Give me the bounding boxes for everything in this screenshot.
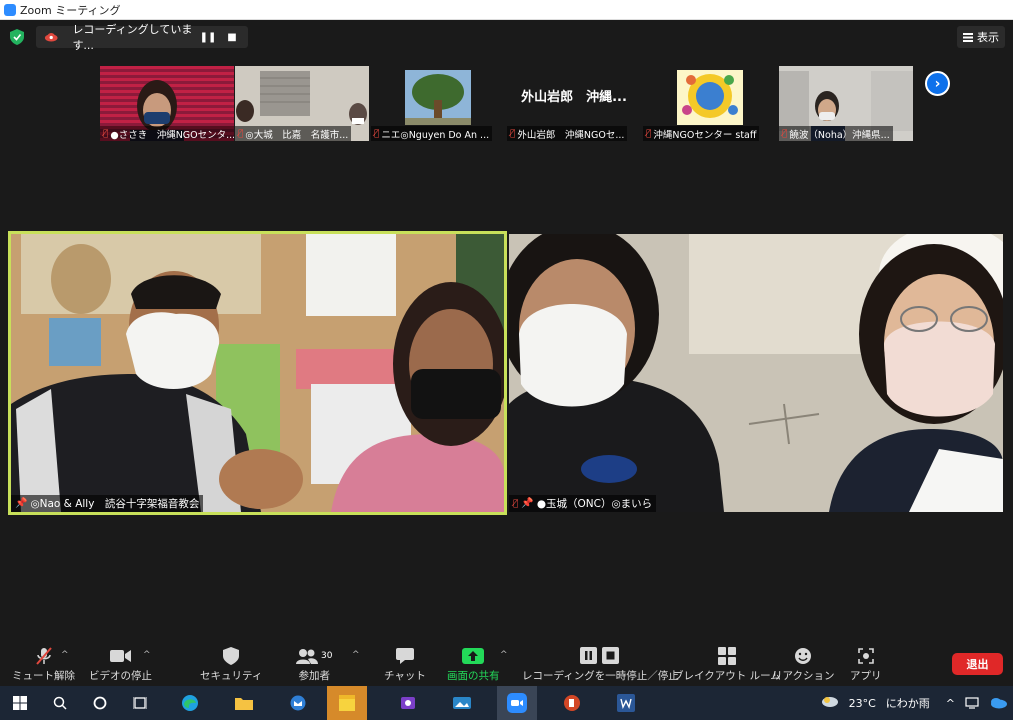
video-camera-icon	[109, 646, 132, 666]
weather-description[interactable]: にわか雨	[886, 695, 930, 711]
apps-icon	[857, 646, 875, 666]
participant-name: ●ささき 沖縄NGOセンタ...	[110, 130, 234, 141]
recording-indicator: レコーディングしています... ❚❚ ■	[36, 23, 248, 52]
powerpoint-icon[interactable]	[552, 686, 592, 720]
next-page-chevron-icon[interactable]: ›	[925, 71, 950, 96]
mail-icon[interactable]	[278, 686, 318, 720]
onedrive-cloud-icon[interactable]	[989, 697, 1007, 709]
cloud-recording-icon	[44, 32, 58, 42]
mic-muted-icon: 🎙̸	[103, 129, 109, 139]
sticky-notes-icon[interactable]	[327, 686, 367, 720]
stop-recording-icon[interactable]: ■	[224, 29, 240, 45]
mic-muted-icon: 🎙̸	[510, 129, 516, 139]
weather-temperature[interactable]: 23°C	[849, 697, 876, 710]
window-titlebar: Zoom ミーティング	[0, 0, 1013, 20]
search-icon[interactable]	[40, 686, 80, 720]
mic-muted-icon: 🎙̸	[646, 129, 652, 139]
participant-name: ◎大城 比嘉 名護市...	[245, 130, 349, 141]
pause-stop-recording-button[interactable]: レコーディングを一時停止／停止	[522, 646, 679, 683]
share-options-chevron-icon[interactable]: ^	[500, 650, 508, 660]
video-tile-active-speaker[interactable]: 📌 ◎Nao & Ally 読谷十字架福音教会	[8, 231, 507, 515]
security-button[interactable]: セキュリティ	[200, 646, 262, 683]
encryption-shield-icon[interactable]	[10, 29, 24, 45]
pause-recording-icon[interactable]: ❚❚	[200, 29, 217, 45]
file-explorer-icon[interactable]	[224, 686, 264, 720]
participant-thumbnail[interactable]: 外山岩郎 沖縄... 🎙̸ 外山岩郎 沖縄NGOセ...	[507, 66, 641, 141]
pin-icon: 📌	[15, 498, 28, 509]
tray-overflow-chevron-icon[interactable]: ^	[946, 697, 955, 710]
cortana-icon[interactable]	[80, 686, 120, 720]
participant-thumbnail[interactable]: 🎙̸ ニエ◎Nguyen Do An ...	[371, 66, 505, 141]
meeting-toolbar: ミュート解除 ^ ビデオの停止 ^ セキュリティ 30 参加者 ^ チャット 画…	[0, 640, 1013, 686]
share-screen-icon	[462, 646, 485, 666]
breakout-rooms-icon	[717, 646, 736, 666]
participant-name: ニエ◎Nguyen Do An ...	[381, 130, 490, 141]
windows-taskbar: 23°C にわか雨 ^	[0, 686, 1013, 720]
breakout-rooms-button[interactable]: ブレイクアウト ルーム	[673, 646, 781, 683]
participant-thumbnail[interactable]: 🎙̸ 饒波（Noha）沖縄県...	[779, 66, 913, 141]
participant-name-label: 🎙̸ 📌 ●玉城（ONC）◎まいら	[509, 495, 657, 512]
video-tile[interactable]: 🎙̸ 📌 ●玉城（ONC）◎まいら	[509, 234, 1003, 512]
mic-muted-icon: 🎙̸	[513, 498, 519, 509]
network-icon[interactable]	[965, 696, 979, 710]
windows-start-icon[interactable]	[0, 686, 40, 720]
view-label: 表示	[977, 31, 999, 44]
grid-view-icon	[963, 32, 973, 42]
participant-thumbnail[interactable]: 🎙̸ ◎大城 比嘉 名護市...	[235, 66, 369, 141]
system-tray: 23°C にわか雨 ^	[821, 686, 1013, 720]
participants-options-chevron-icon[interactable]: ^	[352, 650, 360, 660]
mic-muted-icon: 🎙̸	[238, 129, 244, 139]
participants-count: 30	[321, 651, 333, 661]
zoom-taskbar-icon[interactable]	[497, 686, 537, 720]
participant-name: ◎Nao & Ally 読谷十字架福音教会	[30, 498, 200, 510]
participants-button[interactable]: 30 参加者	[296, 646, 332, 683]
recording-text: レコーディングしています...	[72, 23, 193, 52]
onenote-icon[interactable]	[388, 686, 428, 720]
recording-controls-icon	[580, 646, 620, 666]
shield-icon	[223, 646, 240, 666]
chat-button[interactable]: チャット	[384, 646, 426, 683]
audio-options-chevron-icon[interactable]: ^	[61, 650, 69, 660]
mic-muted-icon: 🎙̸	[782, 129, 788, 139]
zoom-app-icon	[4, 3, 16, 16]
apps-button[interactable]: アプリ	[850, 646, 882, 683]
chat-bubble-icon	[395, 646, 414, 666]
mic-muted-icon	[34, 646, 54, 666]
edge-browser-icon[interactable]	[170, 686, 210, 720]
participant-video	[509, 234, 1003, 512]
participant-name: 外山岩郎 沖縄NGOセ...	[517, 130, 625, 141]
mic-muted-icon: 🎙̸	[374, 129, 380, 139]
weather-rain-icon	[821, 697, 838, 707]
word-icon[interactable]	[606, 686, 646, 720]
participant-name: ●玉城（ONC）◎まいら	[536, 498, 653, 510]
participant-thumbnail[interactable]: 🎙̸ ●ささき 沖縄NGOセンタ...	[100, 66, 234, 141]
task-view-icon[interactable]	[120, 686, 160, 720]
photos-icon[interactable]	[442, 686, 482, 720]
participant-name-label: 📌 ◎Nao & Ally 読谷十字架福音教会	[11, 495, 204, 512]
reactions-button[interactable]: リアクション	[772, 646, 834, 683]
share-screen-button[interactable]: 画面の共有	[447, 646, 500, 683]
pin-icon: 📌	[521, 498, 534, 509]
leave-meeting-button[interactable]: 退出	[952, 653, 1003, 675]
participant-name: 沖縄NGOセンター staff	[653, 130, 757, 141]
view-button[interactable]: 表示	[957, 26, 1005, 48]
emoji-smile-icon	[794, 646, 812, 666]
participant-video	[11, 234, 504, 512]
participant-display-text: 外山岩郎 沖縄...	[521, 90, 627, 105]
window-title: Zoom ミーティング	[20, 3, 121, 17]
participants-icon: 30	[296, 646, 332, 666]
video-options-chevron-icon[interactable]: ^	[143, 650, 151, 660]
participant-name: 饒波（Noha）沖縄県...	[789, 130, 890, 141]
participant-thumbnail[interactable]: 🎙̸ 沖縄NGOセンター staff	[643, 66, 777, 141]
